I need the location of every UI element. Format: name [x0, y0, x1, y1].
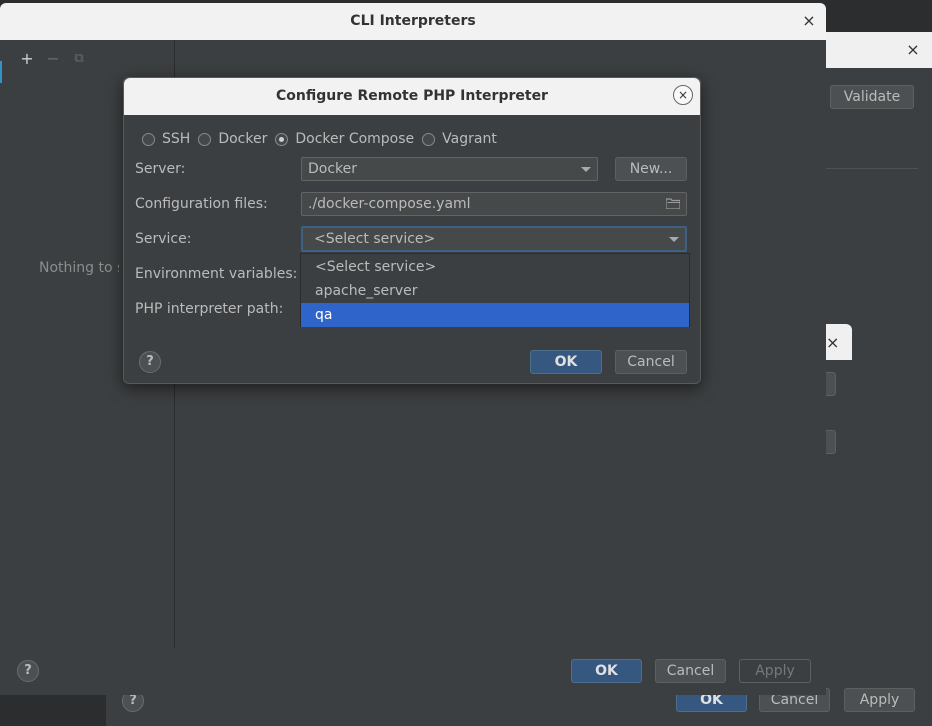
server-combobox[interactable]: Docker — [301, 157, 598, 181]
background-popup-close-icon[interactable]: × — [826, 333, 844, 352]
radio-ssh[interactable]: SSH — [142, 131, 190, 147]
chevron-down-icon — [669, 237, 679, 242]
cli-ok-button[interactable]: OK — [571, 659, 642, 683]
new-server-button[interactable]: New... — [615, 157, 687, 181]
radio-vagrant[interactable]: Vagrant — [422, 131, 497, 147]
modal-cancel-button[interactable]: Cancel — [615, 350, 687, 374]
radio-button[interactable] — [275, 132, 289, 146]
php-path-label: PHP interpreter path: — [135, 301, 284, 317]
radio-label: SSH — [162, 131, 191, 147]
service-option[interactable]: apache_server — [301, 279, 689, 303]
config-files-value: ./docker-compose.yaml — [308, 196, 471, 212]
radio-label: Docker Compose — [295, 131, 415, 147]
server-value: Docker — [308, 161, 358, 177]
modal-help-icon[interactable]: ? — [139, 351, 161, 373]
service-label: Service: — [135, 231, 192, 247]
server-label: Server: — [135, 161, 186, 177]
env-vars-label: Environment variables: — [135, 266, 298, 282]
cli-window-title: CLI Interpreters — [0, 3, 826, 40]
background-close-icon[interactable]: × — [904, 40, 922, 60]
radio-docker-compose[interactable]: Docker Compose — [275, 131, 414, 147]
radio-label: Vagrant — [442, 131, 497, 147]
cli-help-icon[interactable]: ? — [17, 660, 39, 682]
cli-cancel-button[interactable]: Cancel — [655, 659, 726, 683]
configure-remote-php-dialog: Configure Remote PHP Interpreter × SSH D… — [123, 77, 701, 384]
add-icon[interactable]: + — [19, 50, 35, 68]
radio-button[interactable] — [422, 132, 436, 146]
modal-close-icon[interactable]: × — [673, 85, 693, 105]
service-option[interactable]: <Select service> — [301, 255, 689, 279]
copy-icon[interactable]: ⧉ — [71, 50, 87, 68]
config-files-field[interactable]: ./docker-compose.yaml — [301, 192, 687, 216]
service-dropdown-list: <Select service> apache_server qa — [300, 253, 690, 327]
empty-list-text: Nothing to show — [39, 260, 119, 276]
cli-apply-button[interactable]: Apply — [739, 659, 811, 683]
cli-close-icon[interactable]: × — [800, 11, 818, 31]
config-files-label: Configuration files: — [135, 196, 268, 212]
radio-docker[interactable]: Docker — [198, 131, 267, 147]
connection-type-radios: SSH Docker Docker Compose Vagrant — [142, 129, 505, 149]
modal-ok-button[interactable]: OK — [530, 350, 602, 374]
chevron-down-icon — [581, 167, 591, 172]
modal-title: Configure Remote PHP Interpreter — [124, 78, 700, 115]
folder-icon[interactable] — [666, 198, 680, 209]
service-option-selected[interactable]: qa — [301, 303, 689, 327]
background-apply-button[interactable]: Apply — [844, 688, 915, 712]
remove-icon[interactable]: − — [45, 50, 61, 68]
radio-label: Docker — [218, 131, 268, 147]
service-value: <Select service> — [314, 231, 436, 247]
validate-button[interactable]: Validate — [830, 85, 914, 109]
radio-button[interactable] — [198, 132, 212, 146]
background-separator — [826, 168, 918, 169]
selection-accent — [0, 61, 2, 83]
service-combobox[interactable]: <Select service> — [301, 226, 687, 252]
radio-button[interactable] — [142, 132, 155, 146]
